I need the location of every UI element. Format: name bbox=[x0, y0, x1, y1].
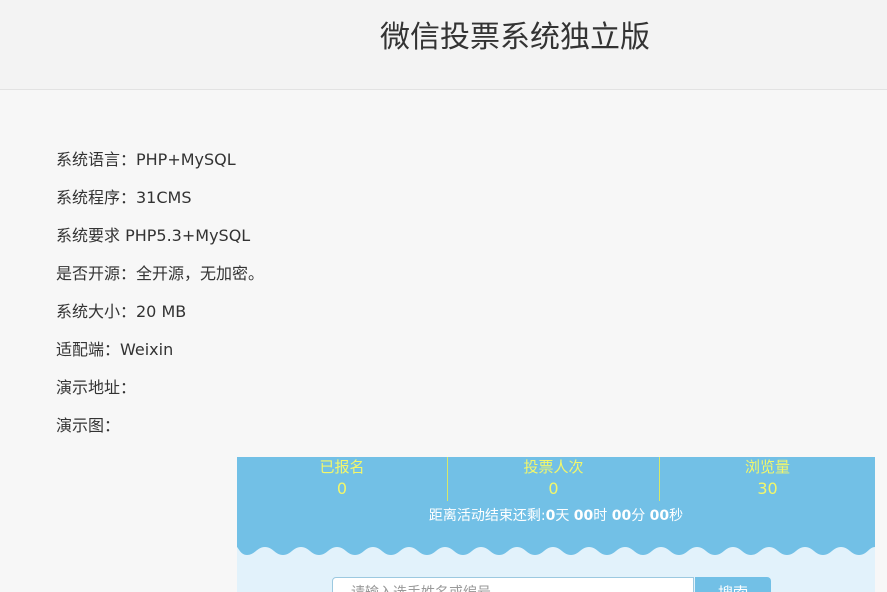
page-title: 微信投票系统独立版 bbox=[380, 20, 650, 55]
countdown-minutes-unit: 分 bbox=[631, 508, 650, 524]
countdown-seconds-unit: 秒 bbox=[669, 508, 684, 524]
page-header: 微信投票系统独立版 bbox=[0, 0, 887, 90]
countdown-days-unit: 天 bbox=[555, 508, 574, 524]
countdown-prefix: 距离活动结束还剩: bbox=[428, 508, 546, 524]
stats-banner: 已报名 0 投票人次 0 浏览量 30 距离活动结束还剩:0天 00时 00分 … bbox=[237, 457, 875, 547]
stat-registered-value: 0 bbox=[336, 479, 348, 498]
countdown-minutes: 00 bbox=[611, 508, 632, 524]
countdown-seconds: 00 bbox=[649, 508, 670, 524]
info-item-size: 系统大小：20 MB bbox=[56, 302, 187, 321]
stat-votes: 投票人次 0 bbox=[448, 457, 659, 501]
search-input[interactable] bbox=[332, 577, 694, 592]
countdown-timer: 距离活动结束还剩:0天 00时 00分 00秒 bbox=[237, 506, 875, 526]
countdown-hours-unit: 时 bbox=[593, 508, 612, 524]
countdown-hours: 00 bbox=[573, 508, 594, 524]
demo-screenshot: 已报名 0 投票人次 0 浏览量 30 距离活动结束还剩:0天 00时 00分 … bbox=[237, 457, 875, 592]
stat-registered-label: 已报名 bbox=[319, 458, 365, 476]
stat-views-value: 30 bbox=[757, 479, 778, 498]
stat-votes-value: 0 bbox=[548, 479, 559, 498]
stat-views: 浏览量 30 bbox=[660, 457, 875, 501]
info-item-platform: 适配端：Weixin bbox=[56, 340, 174, 359]
info-item-requirements: 系统要求 PHP5.3+MySQL bbox=[56, 226, 251, 245]
info-item-open-source: 是否开源：全开源，无加密。 bbox=[56, 264, 265, 283]
countdown-days: 0 bbox=[545, 508, 556, 524]
stat-registered: 已报名 0 bbox=[237, 457, 447, 501]
info-item-demo-image: 演示图： bbox=[56, 416, 121, 435]
stat-votes-label: 投票人次 bbox=[523, 458, 584, 476]
system-info-list: 系统语言：PHP+MySQL 系统程序：31CMS 系统要求 PHP5.3+My… bbox=[56, 148, 264, 452]
stat-views-label: 浏览量 bbox=[744, 458, 790, 476]
search-button[interactable]: 搜索 bbox=[695, 577, 771, 592]
info-item-language: 系统语言：PHP+MySQL bbox=[56, 150, 236, 169]
info-item-demo-url: 演示地址： bbox=[56, 378, 137, 397]
wave-decoration bbox=[237, 541, 875, 555]
info-item-program: 系统程序：31CMS bbox=[56, 188, 192, 207]
